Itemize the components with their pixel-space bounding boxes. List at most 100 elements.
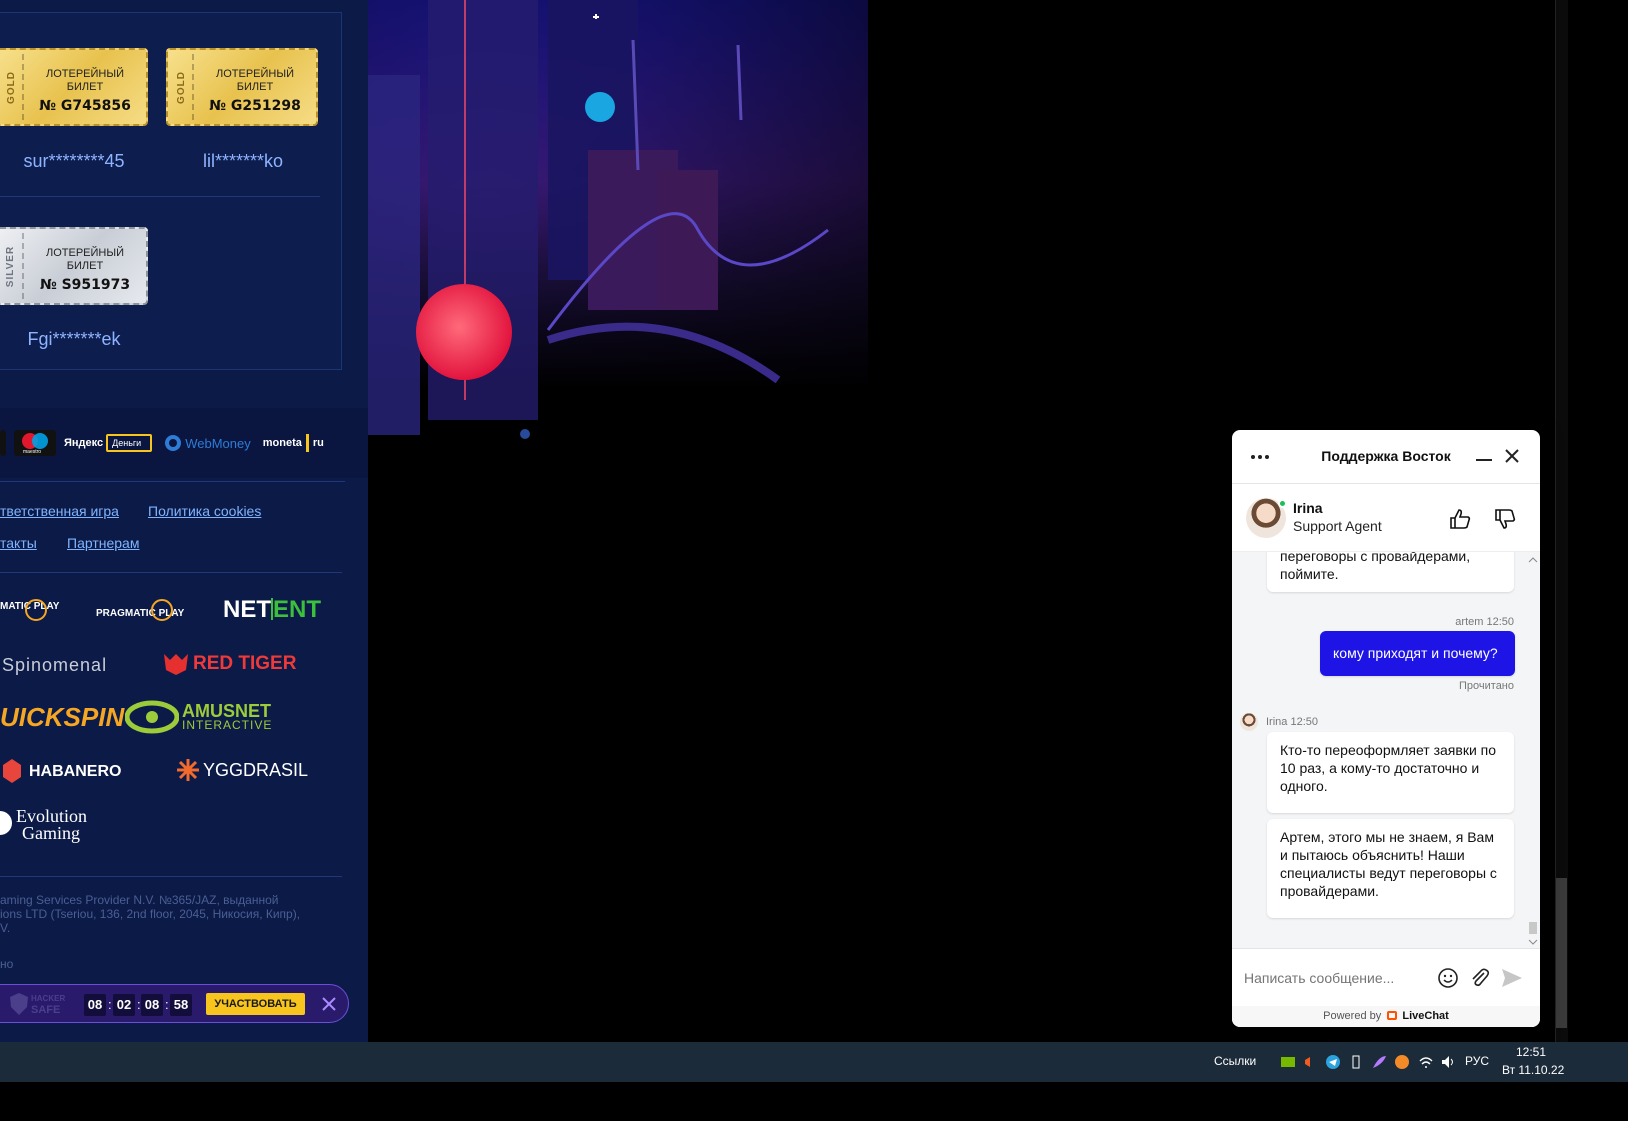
legal-text: aming Services Provider N.V. №365/JAZ, в… <box>0 893 340 971</box>
yandex-money-logo: Деньги <box>106 434 153 452</box>
thumbs-up-icon[interactable] <box>1449 508 1471 530</box>
footer-link-contacts[interactable]: такты <box>0 535 37 551</box>
ticket-type-label: SILVER <box>5 245 17 287</box>
agent-avatar-small <box>1240 713 1258 731</box>
nvidia-icon[interactable] <box>1280 1054 1296 1070</box>
provider-netent: NETENT <box>223 596 321 623</box>
volume-icon[interactable] <box>1440 1054 1456 1070</box>
shield-icon <box>10 993 28 1015</box>
provider-habanero: HABANERO <box>29 763 122 780</box>
webmoney-icon <box>165 435 182 451</box>
footer-link-partners[interactable]: Партнерам <box>67 535 139 551</box>
online-status-dot <box>1278 499 1287 508</box>
more-options-icon[interactable] <box>1250 454 1270 460</box>
user-message-meta: artem 12:50 <box>1455 616 1514 628</box>
participate-button[interactable]: УЧАСТВОВАТЬ <box>206 993 305 1015</box>
payment-logo-cut <box>0 430 6 456</box>
ticket-title-line1: ЛОТЕРЕЙНЫЙ <box>46 247 124 259</box>
pragmatic-play-icon <box>151 599 173 621</box>
provider-yggdrasil: YGGDRASIL <box>203 760 309 780</box>
audio-app-icon[interactable] <box>1302 1054 1318 1070</box>
agent-message-meta: Irina 12:50 <box>1266 716 1318 728</box>
maestro-logo: maestro <box>14 430 56 456</box>
clock-date[interactable]: Вт 11.10.22 <box>1502 1063 1564 1077</box>
message-list: переговоры с провайдерами, поймите. arte… <box>1232 552 1540 948</box>
divider <box>0 196 320 197</box>
message-scrollbar[interactable] <box>1527 552 1539 948</box>
windows-taskbar: Ссылки РУС 12:51 Вт 11.10.22 <box>0 1042 1628 1082</box>
badge-text: SAFE <box>31 1004 61 1016</box>
legal-line: но <box>0 957 14 971</box>
timer-minutes: 08 <box>141 994 163 1016</box>
footer-link-responsible-gaming[interactable]: тветственная игра <box>0 503 119 519</box>
read-receipt: Прочитано <box>1459 680 1514 692</box>
divider <box>0 481 345 482</box>
screen: GOLD ЛОТЕРЕЙНЫЙ БИЛЕТ № G745856 sur*****… <box>0 0 1628 1121</box>
page-scroll-thumb[interactable] <box>1556 878 1567 1028</box>
webmoney-logo-text: WebMoney <box>185 435 251 451</box>
ticket-type-label: GOLD <box>175 70 187 104</box>
agent-name: Irina <box>1293 500 1323 516</box>
thumbs-down-icon[interactable] <box>1494 508 1516 530</box>
chat-title: Поддержка Восток <box>1321 448 1451 464</box>
livechat-brand: LiveChat <box>1402 1010 1449 1022</box>
lottery-ticket-silver-1: SILVER ЛОТЕРЕЙНЫЙ БИЛЕТ № S951973 <box>0 227 148 305</box>
taskbar-links-toolbar[interactable]: Ссылки <box>1214 1054 1256 1068</box>
powered-by[interactable]: Powered by LiveChat <box>1232 1006 1540 1027</box>
ticket-title-line2: БИЛЕТ <box>66 81 104 93</box>
input-language[interactable]: РУС <box>1465 1054 1489 1068</box>
moneta-logo-text: moneta <box>262 437 302 449</box>
agent-message: Кто-то переоформляет заявки по 10 раз, а… <box>1267 732 1514 813</box>
provider-spinomenal: Spinomenal <box>2 655 108 675</box>
winner-username: lil*******ko <box>202 151 284 171</box>
telegram-icon[interactable] <box>1325 1054 1341 1070</box>
yggdrasil-icon <box>177 759 199 781</box>
close-icon[interactable] <box>322 997 336 1011</box>
attachment-icon[interactable] <box>1468 967 1490 989</box>
livechat-icon <box>1387 1011 1398 1020</box>
timer-separator: : <box>165 997 169 1012</box>
ticket-type-label: GOLD <box>5 70 17 104</box>
ticket-title-line2: БИЛЕТ <box>236 81 274 93</box>
promo-timer-bar: HACKER SAFE 08 : 02 : 08 : 58 УЧАСТВОВАТ… <box>0 984 349 1023</box>
ticket-number: № G251298 <box>209 98 301 114</box>
close-icon[interactable] <box>1504 448 1520 464</box>
provider-red-tiger: RED TIGER <box>193 653 297 674</box>
footer-link-cookies[interactable]: Политика cookies <box>148 503 261 519</box>
ticket-title-line2: БИЛЕТ <box>66 260 104 272</box>
emoji-icon[interactable] <box>1437 967 1459 989</box>
provider-evolution-sub: Gaming <box>22 823 80 843</box>
timer-seconds: 58 <box>170 994 192 1016</box>
powered-by-text: Powered by <box>1323 1010 1382 1022</box>
message-input[interactable] <box>1244 967 1429 989</box>
agent-info: Irina Support Agent <box>1232 484 1540 552</box>
legal-line: ions LTD (Tseriou, 136, 2nd floor, 2045,… <box>0 907 301 921</box>
wifi-icon[interactable] <box>1418 1054 1434 1070</box>
divider <box>0 572 342 573</box>
winner-username: sur********45 <box>23 151 125 171</box>
ticket-title-line1: ЛОТЕРЕЙНЫЙ <box>216 68 294 80</box>
evolution-icon <box>0 811 12 835</box>
scroll-up-icon[interactable] <box>1527 556 1539 564</box>
clock-time[interactable]: 12:51 <box>1516 1045 1546 1059</box>
scroll-down-icon[interactable] <box>1527 938 1539 946</box>
ticket-number: № G745856 <box>39 98 131 114</box>
habanero-icon <box>3 759 21 783</box>
usb-drive-icon[interactable] <box>1348 1054 1364 1070</box>
lottery-ticket-gold-1: GOLD ЛОТЕРЕЙНЫЙ БИЛЕТ № G745856 <box>0 48 148 126</box>
below-taskbar-area <box>0 1082 1628 1121</box>
agent-message-partial: переговоры с провайдерами, поймите. <box>1267 552 1514 592</box>
send-icon[interactable] <box>1500 967 1524 989</box>
message-scroll-thumb[interactable] <box>1529 922 1537 934</box>
legal-line: aming Services Provider N.V. №365/JAZ, в… <box>0 893 279 907</box>
moneta-logo-bar <box>305 434 309 452</box>
livechat-widget: Поддержка Восток Irina Support Agent пер… <box>1232 430 1540 1027</box>
moneta-logo-ru: ru <box>312 437 324 449</box>
feather-app-icon[interactable] <box>1371 1054 1387 1070</box>
lottery-ticket-gold-2: GOLD ЛОТЕРЕЙНЫЙ БИЛЕТ № G251298 <box>166 48 318 126</box>
minimize-icon[interactable] <box>1475 456 1493 462</box>
agent-message: Артем, этого мы не знаем, я Вам и пытаюс… <box>1267 819 1514 918</box>
left-panel: GOLD ЛОТЕРЕЙНЫЙ БИЛЕТ № G745856 sur*****… <box>0 0 368 1082</box>
antivirus-icon[interactable] <box>1394 1054 1410 1070</box>
ticket-title-line1: ЛОТЕРЕЙНЫЙ <box>46 68 124 80</box>
